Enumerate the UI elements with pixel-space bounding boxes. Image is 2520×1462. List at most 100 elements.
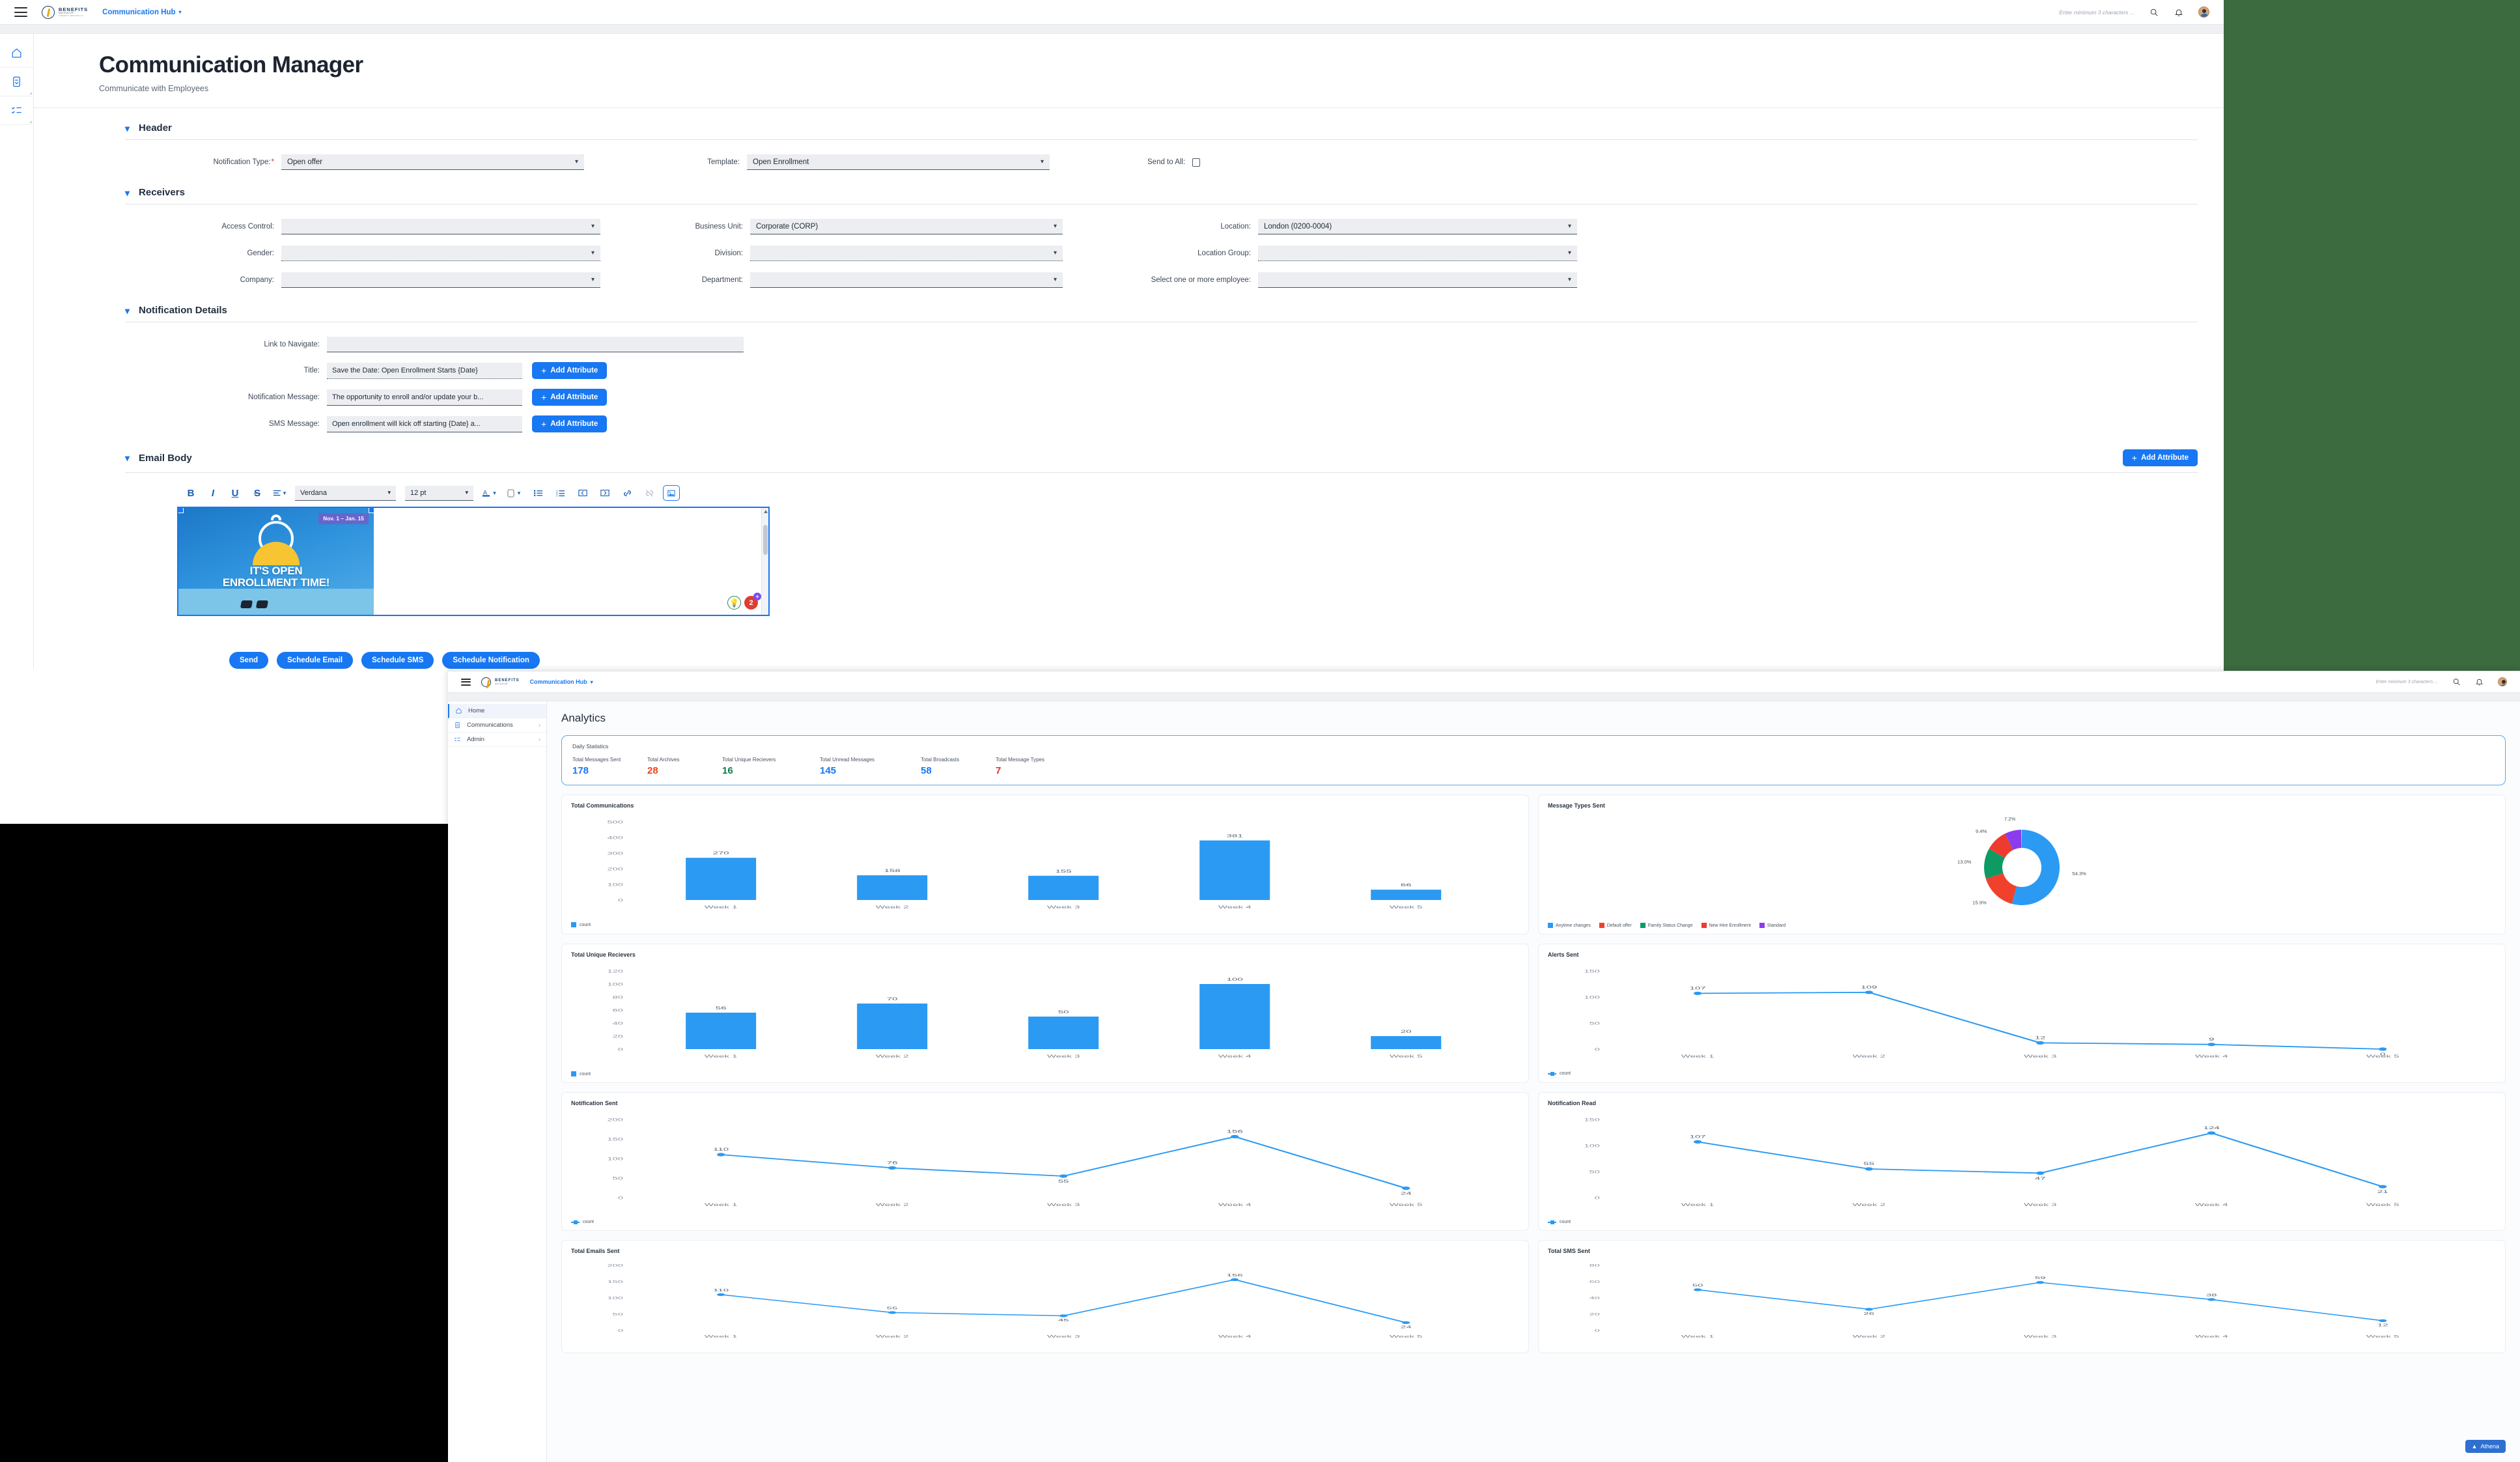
field-label: Select one or more employee:	[1151, 276, 1251, 284]
chart-row-4: Total Emails Sent 0 50 100 150 200 Week 1 Week…	[561, 1240, 2506, 1353]
align-icon[interactable]: ▾	[268, 483, 290, 503]
template-select[interactable]: Open Enrollment ▾	[747, 154, 1050, 170]
search-icon[interactable]	[2149, 7, 2159, 18]
company-select[interactable]: ▾	[281, 272, 600, 288]
email-banner-image[interactable]: Nov. 1 – Jan. 15 IT'S OPEN ENROLLMENT TI…	[178, 508, 374, 615]
communication-hub-menu[interactable]: Communication Hub ▾	[530, 679, 593, 685]
gender-select[interactable]: ▾	[281, 246, 600, 261]
sidebar-item-communications[interactable]: Communications ›	[448, 718, 546, 733]
svg-text:155: 155	[1056, 869, 1072, 874]
legend-swatch	[571, 1071, 576, 1076]
communication-hub-menu[interactable]: Communication Hub ▾	[102, 8, 181, 16]
notification-message-input[interactable]: The opportunity to enroll and/or update …	[327, 389, 522, 406]
menu-icon[interactable]	[14, 7, 27, 17]
font-size-select[interactable]: 12 pt ▾	[405, 485, 473, 501]
rail-item-admin[interactable]	[0, 96, 33, 125]
strikethrough-icon[interactable]: S	[246, 483, 268, 503]
sidebar-item-admin[interactable]: Admin ›	[448, 733, 546, 747]
field-label: Notification Type:*	[213, 158, 275, 166]
link-to-navigate-input[interactable]	[327, 337, 744, 352]
chart-plot: 0 50 100 150 Week 1 Week 2 Week 3 Week 4 Week 5 1…	[1548, 1108, 2496, 1217]
svg-text:Week 2: Week 2	[876, 1054, 909, 1059]
sidebar-item-home[interactable]: Home	[448, 704, 546, 718]
employee-select[interactable]: ▾	[1258, 272, 1577, 288]
plus-icon: +	[541, 392, 547, 402]
send-button[interactable]: Send	[229, 652, 269, 669]
svg-text:40: 40	[613, 1022, 623, 1026]
svg-text:0: 0	[618, 1329, 623, 1333]
checklist-icon	[455, 737, 460, 742]
editor-canvas-area[interactable]: Nov. 1 – Jan. 15 IT'S OPEN ENROLLMENT TI…	[177, 507, 770, 616]
stat-label: Total Unique Recievers	[722, 757, 776, 763]
help-bulb-icon[interactable]: 💡	[727, 596, 741, 610]
text-color-icon[interactable]: A ▾	[478, 483, 500, 503]
insert-link-icon[interactable]	[616, 483, 638, 503]
notification-type-select[interactable]: Open offer ▾	[281, 154, 584, 170]
notification-bell-icon[interactable]	[2174, 7, 2184, 18]
highlight-color-icon[interactable]: ▾	[500, 483, 527, 503]
stat-label: Total Unread Messages	[820, 757, 875, 763]
resize-handle-top-right[interactable]	[369, 508, 374, 513]
department-select[interactable]: ▾	[750, 272, 1063, 288]
receivers-column-2: Business Unit: Corporate (CORP) ▾ Divisi…	[646, 219, 1063, 288]
bold-icon[interactable]: B	[180, 483, 202, 503]
resize-handle-top-left[interactable]	[178, 508, 184, 513]
editor-scrollbar[interactable]	[761, 508, 768, 615]
svg-text:Week 1: Week 1	[1681, 1054, 1715, 1059]
font-family-select[interactable]: Verdana ▾	[295, 485, 396, 501]
avatar[interactable]	[2198, 7, 2209, 18]
notification-bell-icon[interactable]	[2475, 678, 2484, 686]
taskbar-athena-button[interactable]: ▲ Athena	[2465, 1440, 2506, 1453]
menu-icon[interactable]	[461, 678, 471, 686]
rail-item-home[interactable]	[0, 39, 33, 68]
access-control-select[interactable]: ▾	[281, 219, 600, 234]
svg-text:50: 50	[1589, 1022, 1600, 1026]
chart-total-emails-sent: Total Emails Sent 0 50 100 150 200 Week 1 Week…	[561, 1240, 1529, 1353]
taskbar-label: Athena	[2480, 1443, 2499, 1450]
indent-icon[interactable]	[594, 483, 616, 503]
field-template: Template: Open Enrollment ▾	[643, 154, 1050, 170]
chevron-down-icon[interactable]: ▾	[125, 306, 130, 315]
fab-add-icon[interactable]: +	[753, 593, 761, 600]
chevron-down-icon[interactable]: ▾	[125, 453, 130, 462]
italic-icon[interactable]: I	[202, 483, 224, 503]
outdent-icon[interactable]	[572, 483, 594, 503]
page-subtitle: Communicate with Employees	[99, 84, 209, 93]
add-attribute-notification-button[interactable]: + Add Attribute	[532, 389, 608, 406]
insert-image-icon[interactable]	[663, 485, 680, 501]
search-icon[interactable]	[2452, 678, 2461, 686]
chevron-down-icon[interactable]: ▾	[125, 188, 130, 197]
scrollbar-thumb[interactable]	[763, 525, 768, 555]
schedule-sms-button[interactable]: Schedule SMS	[361, 652, 434, 669]
schedule-email-button[interactable]: Schedule Email	[277, 652, 354, 669]
underline-icon[interactable]: U	[224, 483, 246, 503]
avatar[interactable]	[2498, 677, 2507, 686]
svg-text:500: 500	[608, 821, 623, 825]
editor-text-area[interactable]: 💡 2 +	[374, 508, 768, 615]
rail-item-communications[interactable]	[0, 68, 33, 96]
add-attribute-email-body-button[interactable]: + Add Attribute	[2122, 449, 2198, 466]
button-label: Add Attribute	[550, 367, 598, 374]
add-attribute-title-button[interactable]: + Add Attribute	[532, 362, 608, 379]
scroll-up-icon[interactable]	[764, 510, 768, 513]
add-attribute-sms-button[interactable]: + Add Attribute	[532, 415, 608, 432]
legend-swatch	[1701, 923, 1707, 928]
sms-message-input[interactable]: Open enrollment will kick off starting {…	[327, 415, 522, 432]
schedule-notification-button[interactable]: Schedule Notification	[442, 652, 540, 669]
title-input[interactable]: Save the Date: Open Enrollment Starts {D…	[327, 362, 522, 379]
chart-legend: count	[571, 1071, 1519, 1076]
svg-text:Week 1: Week 1	[705, 1054, 738, 1059]
numbered-list-icon[interactable]: 123	[550, 483, 572, 503]
svg-text:Week 2: Week 2	[1853, 1203, 1886, 1207]
location-group-select[interactable]: ▾	[1258, 246, 1577, 261]
legend-label: Standard	[1767, 923, 1786, 928]
chart-title: Alerts Sent	[1548, 951, 1579, 958]
location-select[interactable]: London (0200-0004) ▾	[1258, 219, 1577, 234]
chevron-down-icon[interactable]: ▾	[125, 124, 130, 133]
send-to-all-checkbox[interactable]	[1192, 158, 1201, 167]
business-unit-select[interactable]: Corporate (CORP) ▾	[750, 219, 1063, 234]
search-hint-text: Enter minimum 3 characters ...	[2375, 679, 2438, 684]
bulleted-list-icon[interactable]	[527, 483, 550, 503]
division-select[interactable]: ▾	[750, 246, 1063, 261]
notification-fab[interactable]: 2 +	[744, 593, 761, 610]
